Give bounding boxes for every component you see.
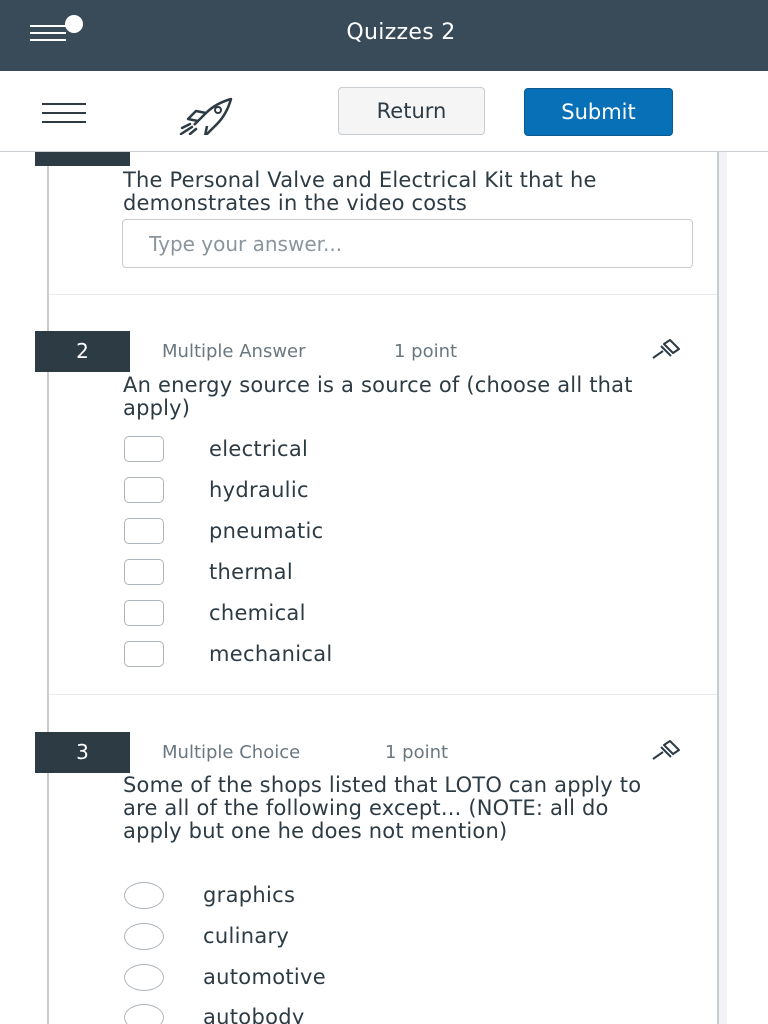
question-3-text: Some of the shops listed that LOTO can a… xyxy=(123,773,642,843)
pin-icon[interactable] xyxy=(651,739,683,761)
option-label: pneumatic xyxy=(209,519,324,543)
pin-icon[interactable] xyxy=(651,338,683,360)
option-label: automotive xyxy=(203,965,326,989)
checkbox[interactable] xyxy=(124,600,164,626)
right-margin xyxy=(719,152,727,1024)
hamburger-menu-icon[interactable] xyxy=(42,103,88,125)
radio-button[interactable] xyxy=(124,964,164,991)
option-label: autobody xyxy=(203,1005,305,1024)
checkbox[interactable] xyxy=(124,559,164,585)
question-number-badge: 2 xyxy=(35,331,130,372)
checkbox[interactable] xyxy=(124,477,164,503)
page-title: Quizzes 2 xyxy=(346,20,456,45)
radio-button[interactable] xyxy=(124,882,164,909)
option-label: mechanical xyxy=(209,642,333,666)
option-label: hydraulic xyxy=(209,478,309,502)
question-number-badge: 3 xyxy=(35,732,130,773)
question-type: Multiple Choice xyxy=(162,742,301,763)
return-button[interactable]: Return xyxy=(338,87,485,135)
question-number-badge xyxy=(35,152,130,166)
checkbox[interactable] xyxy=(124,641,164,667)
question-1-text: The Personal Valve and Electrical Kit th… xyxy=(123,168,597,215)
option-label: thermal xyxy=(209,560,293,584)
left-margin xyxy=(0,152,47,1024)
submit-button[interactable]: Submit xyxy=(524,88,673,136)
answer-input[interactable] xyxy=(122,219,693,268)
quiz-toolbar: Return Submit xyxy=(0,71,768,152)
radio-button[interactable] xyxy=(124,923,164,950)
checkbox[interactable] xyxy=(124,518,164,544)
option-label: electrical xyxy=(209,437,309,461)
radio-button[interactable] xyxy=(124,1004,164,1024)
option-label: graphics xyxy=(203,883,296,907)
checkbox[interactable] xyxy=(124,436,164,462)
option-label: culinary xyxy=(203,924,290,948)
quiz-content[interactable]: The Personal Valve and Electrical Kit th… xyxy=(0,152,768,1024)
question-divider xyxy=(49,294,717,295)
rocket-icon[interactable] xyxy=(176,95,234,135)
top-header: Quizzes 2 xyxy=(0,0,768,71)
option-label: chemical xyxy=(209,601,306,625)
question-points: 1 point xyxy=(385,742,449,763)
question-points: 1 point xyxy=(394,341,458,362)
question-divider xyxy=(49,694,717,695)
question-2-text: An energy source is a source of (choose … xyxy=(123,373,633,420)
question-type: Multiple Answer xyxy=(162,341,306,362)
